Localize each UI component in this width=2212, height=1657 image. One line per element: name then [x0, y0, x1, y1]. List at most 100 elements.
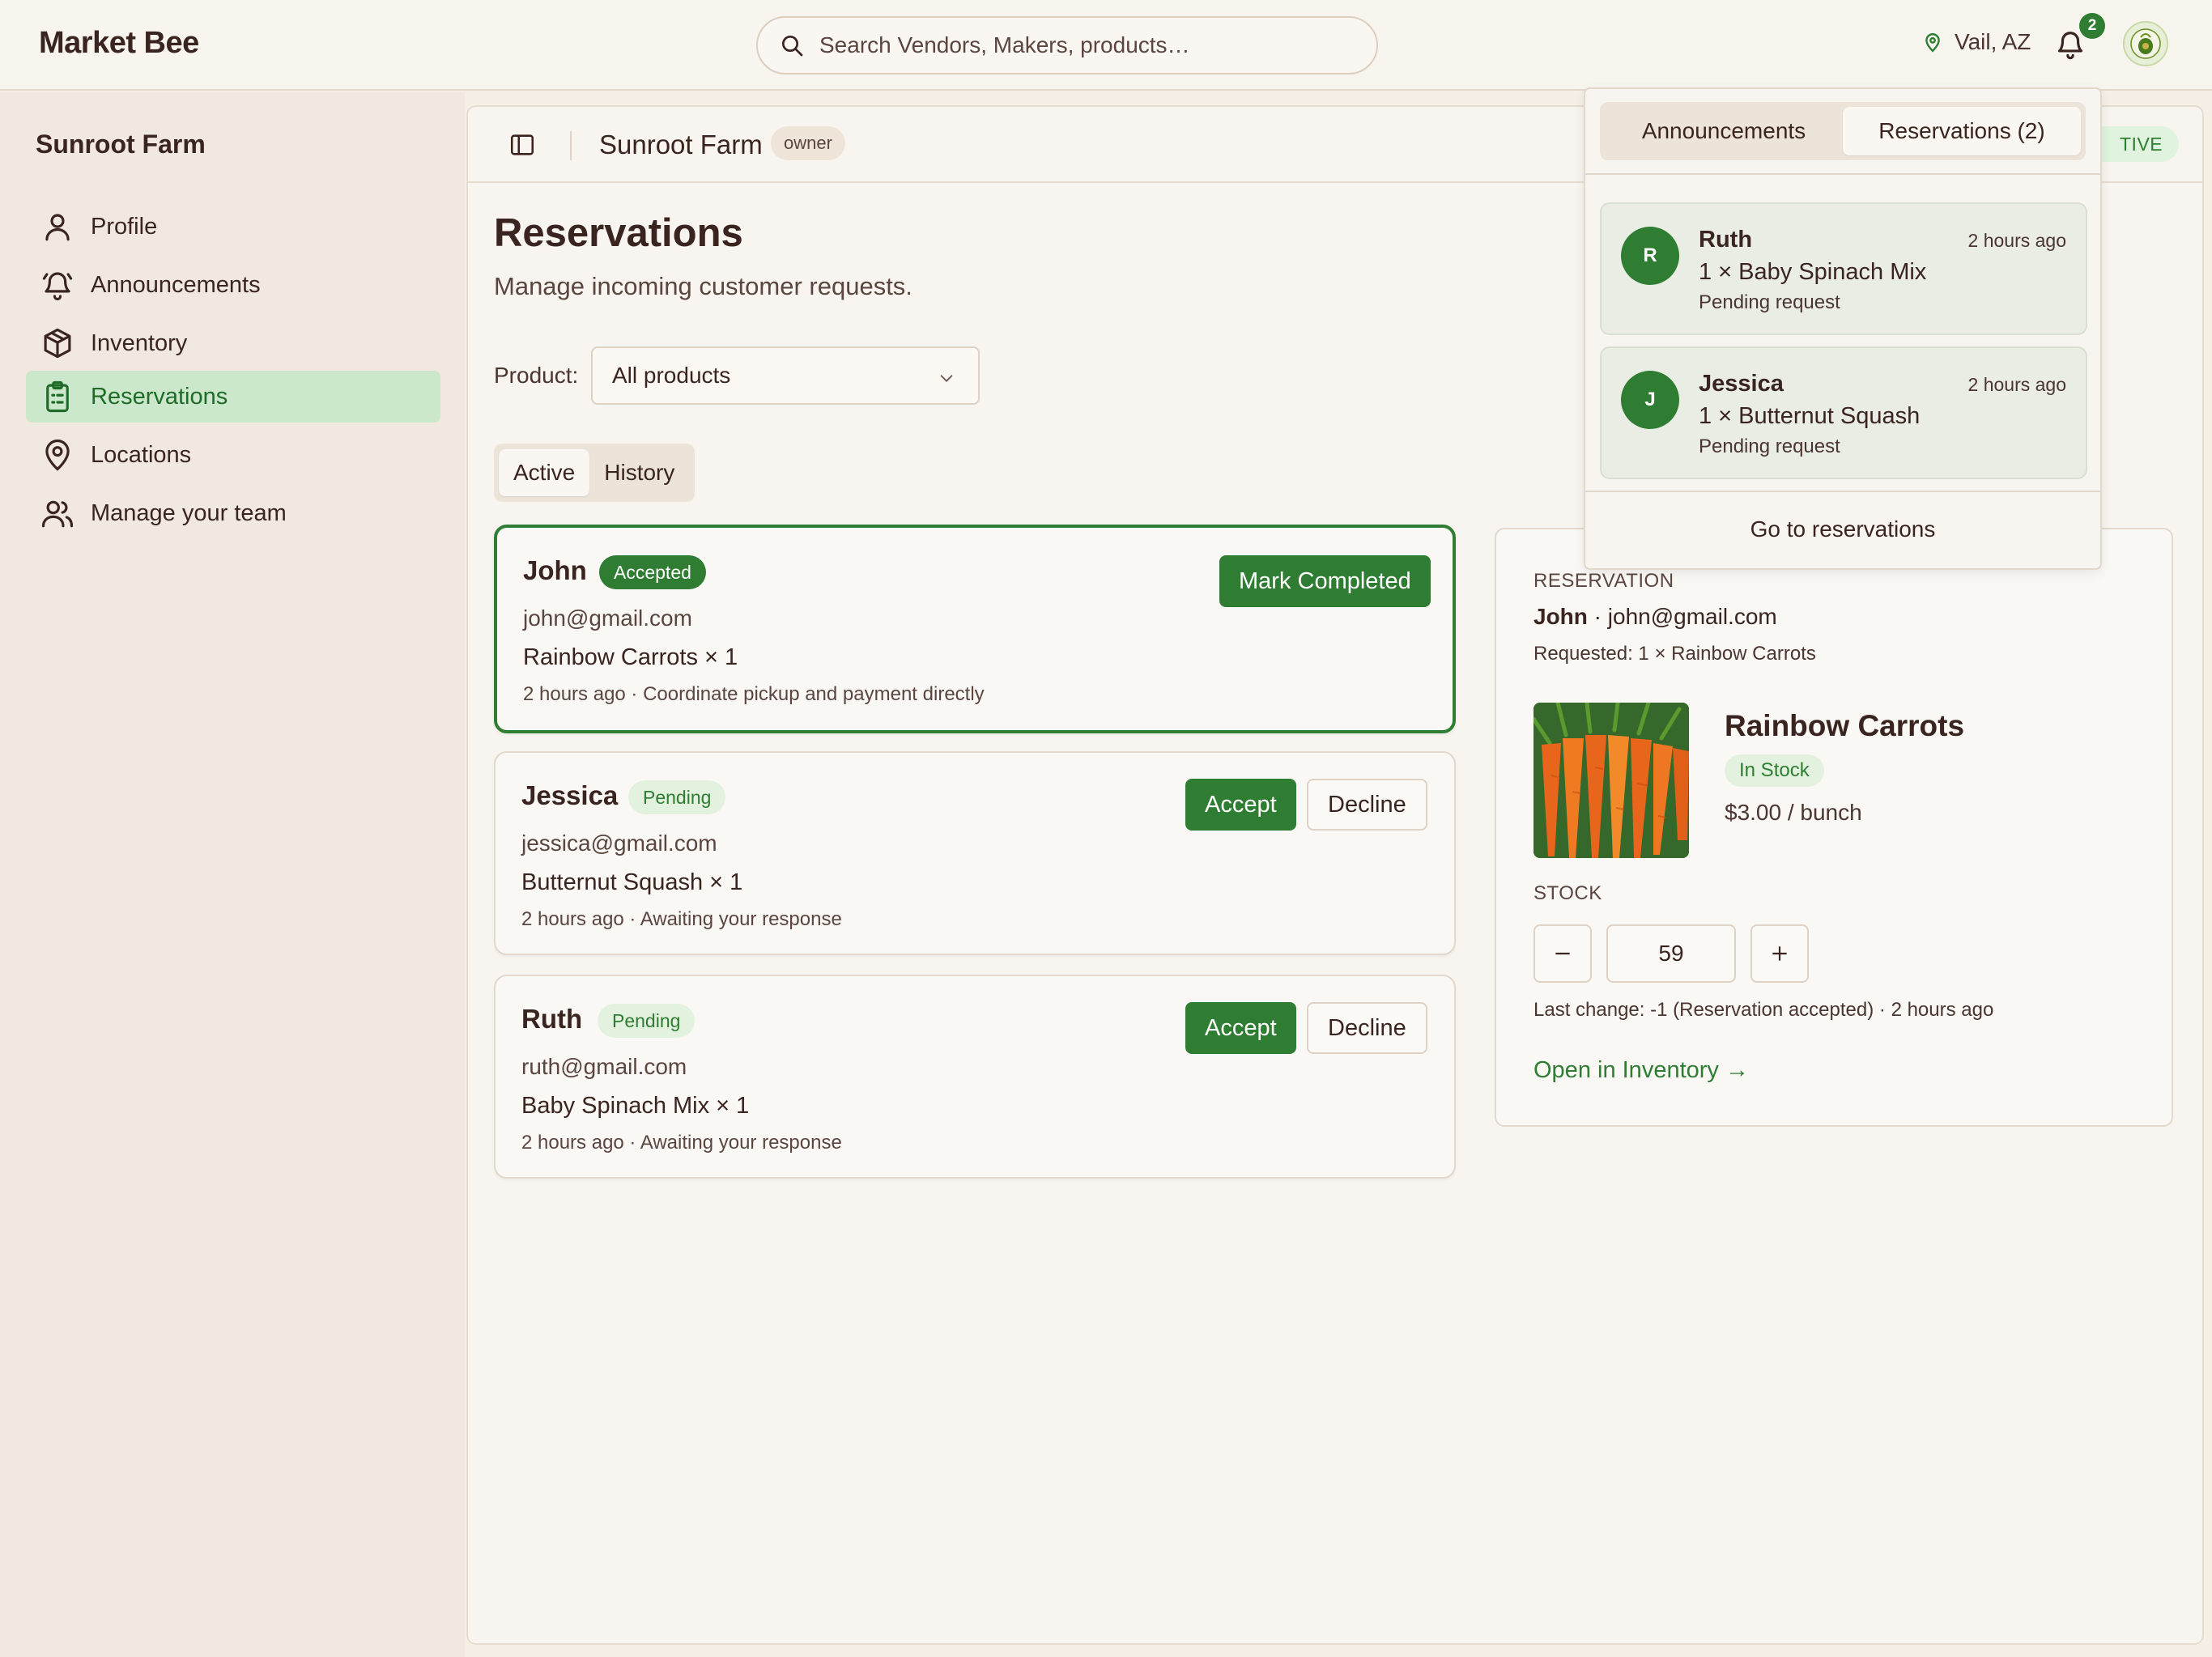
sidebar-item-manage-team[interactable]: Manage your team	[26, 487, 440, 539]
tab-active[interactable]: Active	[499, 449, 590, 496]
divider	[1585, 491, 2100, 492]
header-title: Sunroot Farm	[599, 130, 763, 159]
sidebar-toggle-icon[interactable]	[508, 131, 536, 159]
notification-item-text: 1 × Butternut Squash	[1699, 403, 1921, 429]
page-subtitle: Manage incoming customer requests.	[494, 272, 912, 300]
product-filter-select[interactable]: All products	[591, 346, 980, 405]
open-in-inventory-link[interactable]: Open in Inventory →	[1534, 1057, 1749, 1084]
chevron-down-icon	[940, 375, 953, 382]
notification-name: Ruth	[1699, 227, 1753, 253]
box-icon	[44, 328, 71, 359]
user-avatar[interactable]	[2123, 21, 2168, 66]
notification-count-badge: 2	[2079, 13, 2105, 39]
tab-announcements[interactable]: Announcements	[1605, 107, 1843, 155]
decline-button[interactable]: Decline	[1307, 779, 1427, 831]
search-icon	[782, 36, 803, 57]
notification-name: Jessica	[1699, 371, 1784, 397]
product-filter-value: All products	[612, 363, 731, 388]
sidebar-item-label: Announcements	[91, 271, 261, 298]
accept-button[interactable]: Accept	[1185, 1002, 1296, 1054]
person-icon	[45, 214, 70, 241]
notification-status: Pending request	[1699, 291, 1840, 313]
stock-status-badge: In Stock	[1725, 754, 1824, 787]
divider	[1585, 173, 2100, 175]
tab-history[interactable]: History	[589, 449, 689, 496]
notification-item-text: 1 × Baby Spinach Mix	[1699, 259, 1927, 285]
farm-logo-icon	[2130, 28, 2161, 59]
reserved-item: Rainbow Carrots × 1	[523, 644, 738, 670]
product-image	[1534, 703, 1689, 858]
stock-decrement-button[interactable]	[1534, 924, 1592, 983]
sidebar-item-label: Locations	[91, 441, 192, 468]
detail-customer-email: · john@gmail.com	[1593, 604, 1777, 629]
avatar: R	[1621, 227, 1679, 285]
detail-requested: Requested: 1 × Rainbow Carrots	[1534, 643, 1816, 665]
customer-email: john@gmail.com	[523, 605, 692, 631]
stock-label: STOCK	[1534, 882, 1602, 904]
notification-item[interactable]: J Jessica 2 hours ago 1 × Butternut Squa…	[1600, 346, 2087, 479]
customer-name: John	[523, 555, 587, 585]
notification-tabs: Announcements Reservations (2)	[1600, 102, 2086, 160]
role-badge: owner	[771, 126, 845, 160]
customer-email: ruth@gmail.com	[521, 1054, 687, 1079]
product-filter-label: Product:	[494, 363, 579, 388]
status-badge: Pending	[628, 780, 726, 814]
top-bar: Market Bee Vail, AZ 2	[0, 0, 2212, 91]
sidebar-title: Sunroot Farm	[36, 130, 206, 159]
location-label: Vail, AZ	[1955, 29, 2031, 54]
reservation-detail-panel: RESERVATION John · john@gmail.com Reques…	[1495, 528, 2173, 1127]
map-pin-icon	[45, 439, 70, 471]
stock-last-change: Last change: -1 (Reservation accepted) ·…	[1534, 999, 1994, 1021]
sidebar-item-inventory[interactable]: Inventory	[26, 317, 440, 369]
go-to-reservations-link[interactable]: Go to reservations	[1585, 516, 2100, 542]
notification-time: 2 hours ago	[1967, 230, 2066, 251]
notification-time: 2 hours ago	[1967, 374, 2066, 395]
reserved-item: Baby Spinach Mix × 1	[521, 1093, 750, 1119]
status-tabs: Active History	[494, 444, 695, 502]
sidebar-item-label: Profile	[91, 213, 158, 240]
product-price: $3.00 / bunch	[1725, 800, 1862, 825]
clipboard-icon	[46, 380, 69, 413]
detail-section-label: RESERVATION	[1534, 570, 1674, 592]
minus-icon	[1555, 952, 1570, 955]
reservation-meta: 2 hours ago · Awaiting your response	[521, 1132, 842, 1154]
status-badge: Pending	[598, 1004, 696, 1038]
search-bar[interactable]	[756, 16, 1378, 74]
mark-completed-button[interactable]: Mark Completed	[1219, 555, 1431, 607]
reservation-card-ruth[interactable]: Ruth Pending ruth@gmail.com Baby Spinach…	[494, 975, 1456, 1179]
reservation-meta: 2 hours ago · Coordinate pickup and paym…	[523, 683, 985, 705]
notifications-dropdown: Announcements Reservations (2) R Ruth 2 …	[1584, 87, 2102, 570]
sidebar-item-label: Manage your team	[91, 499, 287, 526]
sidebar-item-profile[interactable]: Profile	[26, 201, 440, 253]
detail-customer: John · john@gmail.com	[1534, 604, 1777, 630]
page-title: Reservations	[494, 211, 743, 255]
notification-status: Pending request	[1699, 435, 1840, 457]
tab-reservations[interactable]: Reservations (2)	[1843, 107, 2081, 155]
search-input[interactable]	[819, 32, 1338, 58]
app-logo[interactable]: Market Bee	[39, 26, 199, 61]
reservation-card-john[interactable]: John Accepted john@gmail.com Rainbow Car…	[494, 525, 1456, 733]
location-selector[interactable]: Vail, AZ	[1922, 29, 2031, 55]
customer-email: jessica@gmail.com	[521, 831, 717, 856]
decline-button[interactable]: Decline	[1307, 1002, 1427, 1054]
sidebar-item-reservations[interactable]: Reservations	[26, 371, 440, 423]
customer-name: Ruth	[521, 1004, 583, 1034]
map-pin-icon	[1925, 33, 1940, 53]
sidebar-item-announcements[interactable]: Announcements	[26, 259, 440, 311]
carrots-image	[1534, 703, 1689, 858]
detail-customer-name: John	[1534, 604, 1588, 629]
accept-button[interactable]: Accept	[1185, 779, 1296, 831]
sidebar: Sunroot Farm Profile Announcements Inven…	[0, 92, 465, 1657]
product-name: Rainbow Carrots	[1725, 709, 1965, 742]
reserved-item: Butternut Squash × 1	[521, 869, 743, 895]
avatar: J	[1621, 371, 1679, 429]
plus-icon	[1772, 946, 1787, 961]
reservation-meta: 2 hours ago · Awaiting your response	[521, 908, 842, 930]
stock-increment-button[interactable]	[1750, 924, 1809, 983]
notification-item[interactable]: R Ruth 2 hours ago 1 × Baby Spinach Mix …	[1600, 202, 2087, 335]
users-icon	[41, 500, 74, 528]
sidebar-item-label: Inventory	[91, 329, 188, 356]
stock-input[interactable]	[1606, 924, 1736, 983]
reservation-card-jessica[interactable]: Jessica Pending jessica@gmail.com Butter…	[494, 751, 1456, 955]
sidebar-item-locations[interactable]: Locations	[26, 429, 440, 481]
